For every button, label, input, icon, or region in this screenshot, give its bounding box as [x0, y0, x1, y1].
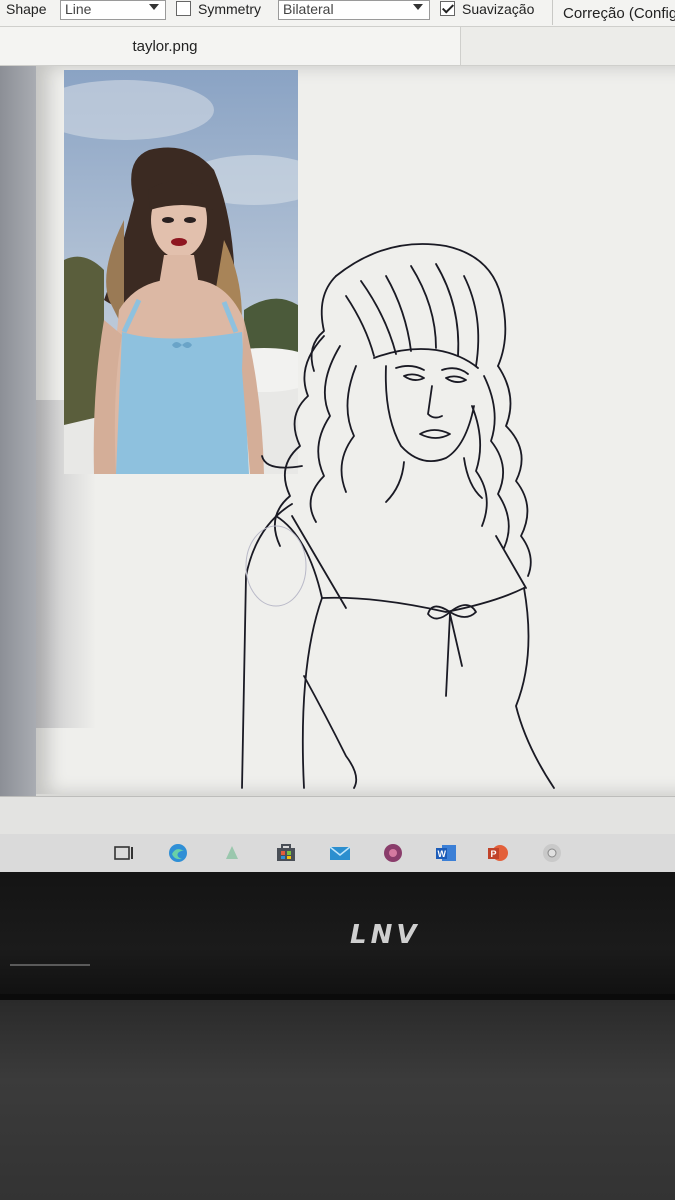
monitor-screen: Shape Line Symmetry Bilateral Suavização… — [0, 0, 675, 872]
symmetry-dropdown[interactable]: Bilateral — [278, 0, 430, 20]
app-icon[interactable] — [220, 842, 244, 864]
correction-settings-label: Correção (Config — [563, 5, 675, 22]
taskbar: W P — [0, 834, 675, 872]
symmetry-label: Symmetry — [198, 1, 261, 17]
shape-dropdown[interactable]: Line — [60, 0, 166, 20]
line-art-sketch — [241, 243, 555, 789]
shape-label: Shape — [6, 1, 47, 17]
word-icon[interactable]: W — [434, 842, 458, 864]
edge-browser-icon[interactable] — [166, 842, 190, 864]
laptop-bezel: LNV — [0, 872, 675, 1000]
status-strip — [0, 796, 675, 837]
powerpoint-icon[interactable]: P — [486, 842, 510, 864]
correction-settings-button[interactable]: Correção (Config — [552, 0, 675, 25]
bezel-seam — [10, 964, 90, 966]
symmetry-checkbox[interactable] — [176, 1, 191, 16]
chevron-down-icon — [413, 4, 423, 10]
chevron-down-icon — [149, 4, 159, 10]
media-app-icon[interactable] — [381, 842, 405, 864]
shape-dropdown-value: Line — [65, 1, 92, 17]
tool-options-bar: Shape Line Symmetry Bilateral Suavização… — [0, 0, 675, 27]
chrome-icon[interactable] — [540, 842, 564, 864]
tab-title: taylor.png — [132, 38, 198, 55]
photo-of-laptop-screen: Shape Line Symmetry Bilateral Suavização… — [0, 0, 675, 1200]
tab-taylor-png[interactable]: taylor.png — [0, 27, 461, 65]
svg-text:P: P — [491, 849, 497, 859]
task-view-icon[interactable] — [112, 842, 136, 864]
symmetry-dropdown-value: Bilateral — [283, 1, 334, 17]
laptop-logo: LNV — [350, 920, 421, 950]
smoothing-checkbox[interactable] — [440, 1, 455, 16]
smoothing-label: Suavização — [462, 1, 535, 17]
laptop-base — [0, 1000, 675, 1200]
store-icon[interactable] — [274, 842, 298, 864]
left-dock-panel — [0, 66, 36, 796]
mail-icon[interactable] — [328, 842, 352, 864]
svg-text:W: W — [438, 849, 447, 859]
document-tab-strip: taylor.png — [0, 27, 675, 66]
